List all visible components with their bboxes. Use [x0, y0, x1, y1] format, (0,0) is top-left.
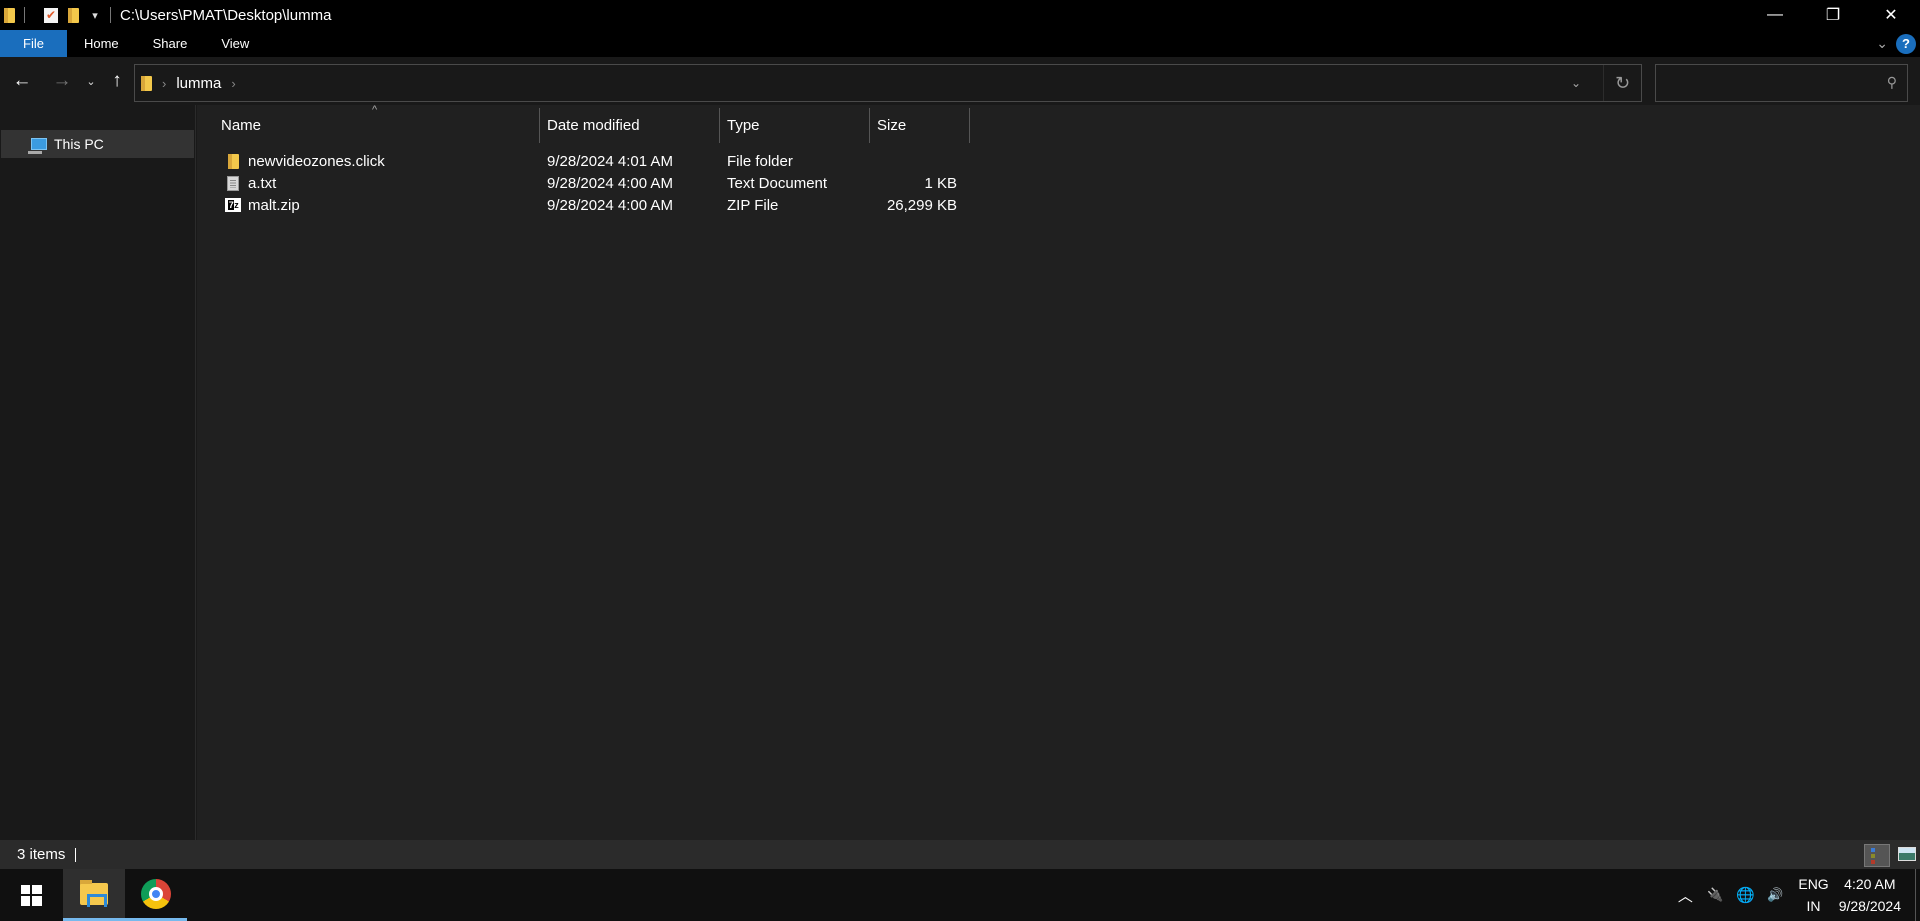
- quick-access-toolbar: ✔ ▾: [0, 0, 120, 30]
- window-controls: — ❐ ✕: [1746, 0, 1920, 30]
- forward-button[interactable]: →: [50, 67, 74, 95]
- divider: [110, 7, 111, 23]
- taskbar-file-explorer[interactable]: [63, 869, 125, 921]
- tab-share[interactable]: Share: [136, 30, 205, 57]
- column-header-name[interactable]: Name: [221, 108, 537, 143]
- column-label: Name: [221, 117, 262, 134]
- file-row[interactable]: 7z malt.zip 9/28/2024 4:00 AM ZIP File 2…: [197, 194, 997, 216]
- column-header-size[interactable]: Size: [877, 108, 967, 143]
- text-file-icon: [227, 175, 239, 191]
- column-divider[interactable]: [539, 108, 540, 143]
- new-folder-icon[interactable]: [68, 7, 79, 23]
- file-type: File folder: [727, 152, 793, 170]
- recent-locations-button[interactable]: ⌄: [84, 67, 98, 95]
- help-icon[interactable]: ?: [1896, 33, 1916, 54]
- nav-item-label: This PC: [54, 136, 104, 152]
- column-divider[interactable]: [719, 108, 720, 143]
- minimize-button[interactable]: —: [1746, 0, 1804, 30]
- close-button[interactable]: ✕: [1862, 0, 1920, 30]
- region-code: IN: [1806, 898, 1821, 914]
- breadcrumb-separator[interactable]: ›: [162, 76, 166, 91]
- battery-charging-icon[interactable]: 🔌: [1705, 887, 1725, 903]
- column-label: Size: [877, 117, 907, 134]
- file-row[interactable]: a.txt 9/28/2024 4:00 AM Text Document 1 …: [197, 172, 997, 194]
- show-desktop-button[interactable]: [1915, 869, 1920, 921]
- details-view-button[interactable]: [1864, 844, 1890, 867]
- tab-home[interactable]: Home: [67, 30, 136, 57]
- file-date: 9/28/2024 4:01 AM: [547, 152, 673, 170]
- ribbon-tabs: File Home Share View ⌄ ?: [0, 30, 1920, 57]
- expand-ribbon-icon[interactable]: ⌄: [1876, 35, 1888, 52]
- folder-icon: [227, 153, 239, 169]
- column-divider[interactable]: [969, 108, 970, 143]
- address-history-dropdown[interactable]: ⌄: [1561, 65, 1591, 101]
- file-size: 26,299 KB: [886, 196, 957, 214]
- 7zip-archive-icon: 7z: [225, 198, 241, 212]
- show-hidden-icons-chevron[interactable]: ︿: [1675, 885, 1695, 906]
- large-icons-view-button[interactable]: [1898, 847, 1916, 861]
- file-name: malt.zip: [248, 196, 300, 214]
- navigation-pane: This PC: [0, 105, 196, 840]
- divider: [24, 7, 25, 23]
- up-button[interactable]: ↑: [106, 67, 128, 95]
- item-count: 3 items: [17, 846, 66, 863]
- file-type: ZIP File: [727, 196, 779, 214]
- clock-time: 4:20 AM: [1844, 876, 1896, 892]
- network-icon[interactable]: 🌐: [1735, 886, 1755, 904]
- window-title: C:\Users\PMAT\Desktop\lumma: [120, 6, 332, 24]
- customize-qat-dropdown-icon[interactable]: ▾: [89, 9, 101, 22]
- system-tray: ︿ 🔌 🌐 🔊 ENG IN 4:20 AM 9/28/2024: [1670, 869, 1920, 921]
- search-icon[interactable]: ⚲: [1887, 74, 1897, 91]
- file-name: a.txt: [248, 174, 277, 192]
- file-size: 1 KB: [924, 174, 957, 192]
- tab-view[interactable]: View: [204, 30, 266, 57]
- volume-icon[interactable]: 🔊: [1765, 887, 1785, 903]
- column-label: Type: [727, 117, 760, 134]
- title-bar: ✔ ▾ C:\Users\PMAT\Desktop\lumma — ❐ ✕: [0, 0, 1920, 30]
- column-label: Date modified: [547, 117, 640, 134]
- file-explorer-icon: [80, 879, 108, 907]
- breadcrumb-separator[interactable]: ›: [231, 76, 235, 91]
- clock[interactable]: 4:20 AM 9/28/2024: [1839, 873, 1901, 917]
- refresh-button[interactable]: ↻: [1603, 65, 1641, 101]
- navigation-bar: ← → ⌄ ↑ › lumma › ⌄ ↻ ⚲: [0, 57, 1920, 105]
- restore-button[interactable]: ❐: [1804, 0, 1862, 30]
- chrome-icon: [141, 878, 171, 909]
- search-input[interactable]: [1656, 65, 1866, 101]
- search-box[interactable]: ⚲: [1655, 64, 1908, 102]
- ribbon-right-controls: ⌄ ?: [1876, 30, 1920, 57]
- status-divider: [75, 847, 77, 862]
- taskbar-chrome[interactable]: [125, 869, 187, 921]
- computer-icon: [28, 138, 47, 154]
- folder-icon: [4, 7, 15, 23]
- nav-item-this-pc[interactable]: This PC: [1, 130, 194, 158]
- column-header-type[interactable]: Type: [727, 108, 867, 143]
- input-language-indicator[interactable]: ENG IN: [1798, 873, 1828, 917]
- file-type: Text Document: [727, 174, 828, 192]
- file-date: 9/28/2024 4:00 AM: [547, 174, 673, 192]
- tab-file[interactable]: File: [0, 30, 67, 57]
- properties-icon[interactable]: ✔: [44, 7, 58, 23]
- language-code: ENG: [1798, 876, 1829, 892]
- file-date: 9/28/2024 4:00 AM: [547, 196, 673, 214]
- back-button[interactable]: ←: [10, 67, 34, 95]
- folder-icon: [141, 75, 152, 91]
- breadcrumb-lumma[interactable]: lumma: [176, 75, 221, 92]
- column-header-date[interactable]: Date modified: [547, 108, 717, 143]
- file-row[interactable]: newvideozones.click 9/28/2024 4:01 AM Fi…: [197, 150, 997, 172]
- file-name: newvideozones.click: [248, 152, 385, 170]
- windows-logo-icon: [20, 884, 42, 906]
- start-button[interactable]: [0, 869, 62, 921]
- column-divider[interactable]: [869, 108, 870, 143]
- file-list: ^ Name Date modified Type Size newvideoz…: [197, 104, 1920, 840]
- taskbar: ︿ 🔌 🌐 🔊 ENG IN 4:20 AM 9/28/2024: [0, 869, 1920, 921]
- clock-date: 9/28/2024: [1838, 898, 1901, 914]
- status-bar: 3 items: [0, 840, 1920, 869]
- address-bar[interactable]: › lumma › ⌄ ↻: [134, 64, 1642, 102]
